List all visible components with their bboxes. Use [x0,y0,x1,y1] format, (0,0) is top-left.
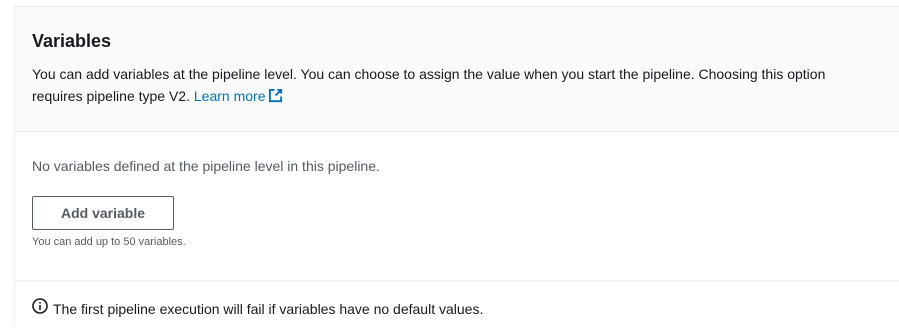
external-link-icon [268,87,283,109]
learn-more-label: Learn more [193,88,266,104]
learn-more-link[interactable]: Learn more [194,88,284,104]
info-footer: The first pipeline execution will fail i… [15,281,899,319]
add-variable-button[interactable]: Add variable [32,196,174,230]
panel-header: Variables You can add variables at the p… [15,7,899,132]
constraint-text: You can add up to 50 variables. [32,236,186,248]
info-text: The first pipeline execution will fail i… [53,300,484,317]
empty-state-message: No variables defined at the pipeline lev… [32,158,380,174]
description-text: You can add variables at the pipeline le… [32,66,826,104]
panel-body: No variables defined at the pipeline lev… [15,132,899,281]
panel-title: Variables [32,31,112,51]
variables-panel: Variables You can add variables at the p… [14,6,899,324]
panel-description: You can add variables at the pipeline le… [32,63,879,109]
info-icon [32,298,48,319]
